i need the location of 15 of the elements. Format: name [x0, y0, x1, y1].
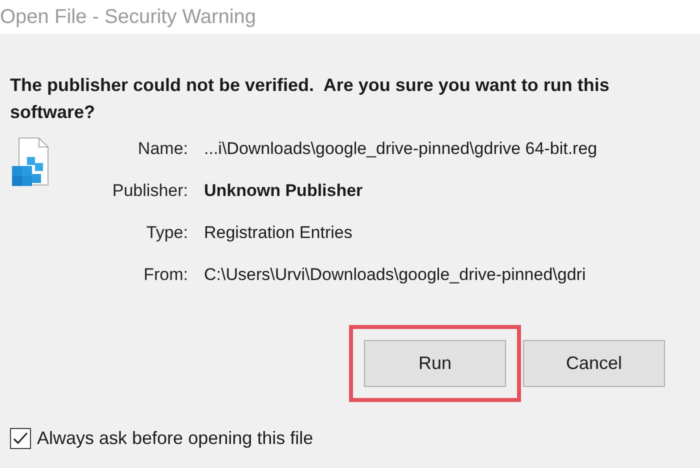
dialog-button[interactable]: Run — [364, 340, 506, 387]
window-title: Open File - Security Warning — [0, 6, 256, 28]
dialog-button[interactable]: Cancel — [523, 340, 665, 387]
detail-value: ...i\Downloads\google_drive-pinned\gdrive 64-bit.reg — [204, 138, 598, 160]
checkmark-icon — [13, 432, 28, 445]
detail-value: C:\Users\Urvi\Downloads\google_drive-pinned\gdri — [204, 264, 587, 286]
detail-value: Registration Entries — [204, 222, 354, 244]
detail-label: From: — [142, 264, 188, 286]
checkbox-label: Always ask before opening this file — [37, 428, 314, 449]
detail-label: Name: — [136, 138, 188, 160]
detail-label: Publisher: — [111, 180, 188, 202]
detail-label: Type: — [145, 222, 188, 244]
checkbox[interactable] — [10, 428, 31, 449]
warning-heading: The publisher could not be verified. Are you sure you want to run this software? — [10, 74, 610, 124]
detail-value: Unknown Publisher — [204, 180, 364, 202]
